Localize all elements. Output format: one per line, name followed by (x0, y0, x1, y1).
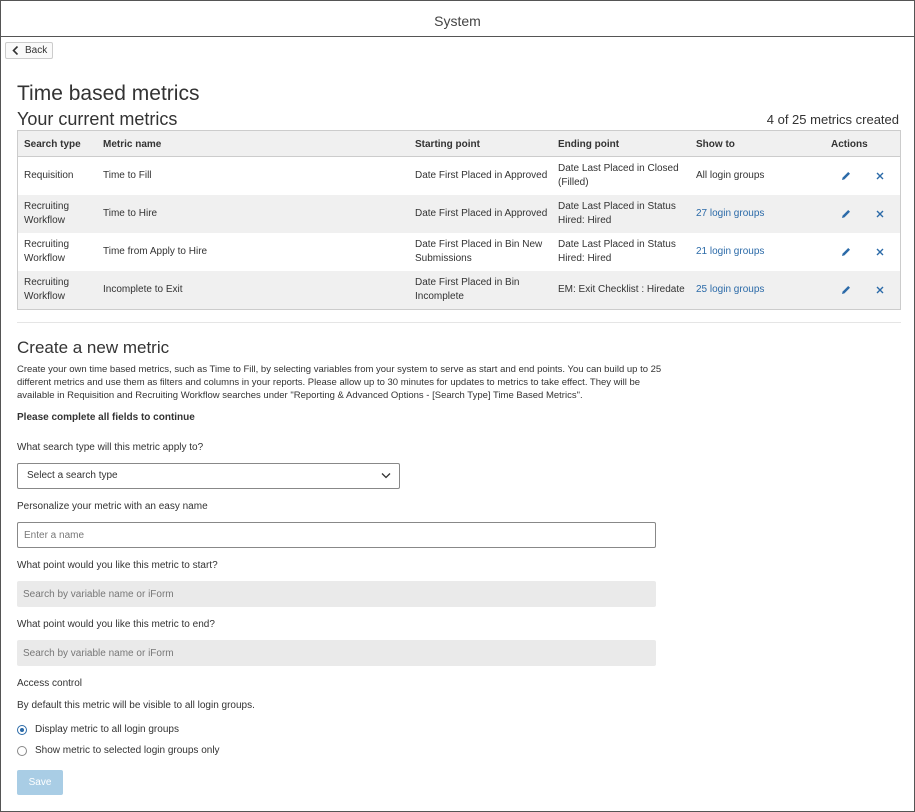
header-search-type: Search type (24, 139, 81, 150)
top-bar-title: System (1, 1, 914, 37)
search-type-label: What search type will this metric apply … (17, 442, 204, 453)
chevron-down-icon (381, 473, 391, 479)
section-divider (17, 322, 901, 323)
cell-ending-point: EM: Exit Checklist : Hiredate (558, 284, 685, 295)
start-point-input[interactable] (17, 581, 656, 607)
description-text: Create your own time based metrics, such… (17, 364, 662, 401)
metrics-table: Search type Metric name Starting point E… (17, 130, 901, 310)
cell-metric-name: Time to Fill (103, 170, 152, 181)
back-button-label: Back (25, 45, 48, 56)
end-point-input[interactable] (17, 640, 656, 666)
cell-ending-point: Date Last Placed in Status Hired: Hired (558, 201, 676, 226)
access-control-label: Access control (17, 678, 83, 689)
pencil-icon[interactable] (840, 170, 852, 182)
cell-search-type: Recruiting Workflow (24, 239, 70, 264)
cell-starting-point: Date First Placed in Bin New Submissions (415, 239, 543, 264)
header-ending-point: Ending point (558, 139, 620, 150)
metric-name-input[interactable] (17, 522, 656, 548)
cell-show-to-link[interactable]: 21 login groups (696, 245, 764, 259)
close-icon[interactable] (874, 246, 886, 258)
cell-show-to-link[interactable]: 27 login groups (696, 207, 764, 221)
end-point-label: What point would you like this metric to… (17, 619, 215, 630)
metrics-count: 4 of 25 metrics created (766, 112, 899, 127)
save-button[interactable]: Save (17, 770, 63, 795)
pencil-icon[interactable] (840, 284, 852, 296)
table-row: Recruiting Workflow Incomplete to Exit D… (18, 271, 900, 309)
search-type-select[interactable]: Select a search type (17, 463, 400, 489)
radio-selected-groups-label[interactable]: Show metric to selected login groups onl… (35, 745, 220, 756)
cell-show-to-link[interactable]: 25 login groups (696, 283, 764, 297)
cell-search-type: Requisition (24, 170, 74, 181)
radio-all-groups-label[interactable]: Display metric to all login groups (35, 724, 179, 735)
access-control-note: By default this metric will be visible t… (17, 700, 255, 711)
close-icon[interactable] (874, 208, 886, 220)
close-icon[interactable] (874, 170, 886, 182)
start-point-label: What point would you like this metric to… (17, 560, 218, 571)
table-row: Recruiting Workflow Time from Apply to H… (18, 233, 900, 271)
header-metric-name: Metric name (103, 139, 162, 150)
table-header: Search type Metric name Starting point E… (18, 131, 900, 157)
name-label: Personalize your metric with an easy nam… (17, 501, 208, 512)
radio-selected-groups[interactable] (17, 746, 27, 756)
cell-starting-point: Date First Placed in Bin Incomplete (415, 277, 520, 302)
pencil-icon[interactable] (840, 246, 852, 258)
search-type-value: Select a search type (27, 470, 118, 481)
cell-ending-point: Date Last Placed in Status Hired: Hired (558, 239, 676, 264)
page-title: Time based metrics (17, 82, 200, 105)
cell-metric-name: Time to Hire (103, 208, 158, 219)
table-row: Requisition Time to Fill Date First Plac… (18, 157, 900, 195)
pencil-icon[interactable] (840, 208, 852, 220)
current-metrics-heading: Your current metrics (17, 109, 178, 129)
cell-metric-name: Time from Apply to Hire (103, 246, 208, 257)
cell-search-type: Recruiting Workflow (24, 277, 70, 302)
create-metric-description: Create your own time based metrics, such… (17, 363, 667, 402)
cell-search-type: Recruiting Workflow (24, 201, 70, 226)
header-starting-point: Starting point (415, 139, 480, 150)
create-metric-heading: Create a new metric (17, 338, 170, 357)
cell-metric-name: Incomplete to Exit (103, 284, 183, 295)
header-show-to: Show to (696, 139, 735, 150)
cell-starting-point: Date First Placed in Approved (415, 208, 548, 219)
cell-show-to: All login groups (696, 170, 765, 181)
back-button[interactable]: Back (5, 42, 53, 59)
cell-ending-point: Date Last Placed in Closed (Filled) (558, 163, 679, 188)
close-icon[interactable] (874, 284, 886, 296)
table-row: Recruiting Workflow Time to Hire Date Fi… (18, 195, 900, 233)
chevron-left-icon (12, 46, 19, 55)
header-actions: Actions (831, 139, 868, 150)
radio-all-groups[interactable] (17, 725, 27, 735)
required-note: Please complete all fields to continue (17, 412, 195, 423)
cell-starting-point: Date First Placed in Approved (415, 170, 548, 181)
